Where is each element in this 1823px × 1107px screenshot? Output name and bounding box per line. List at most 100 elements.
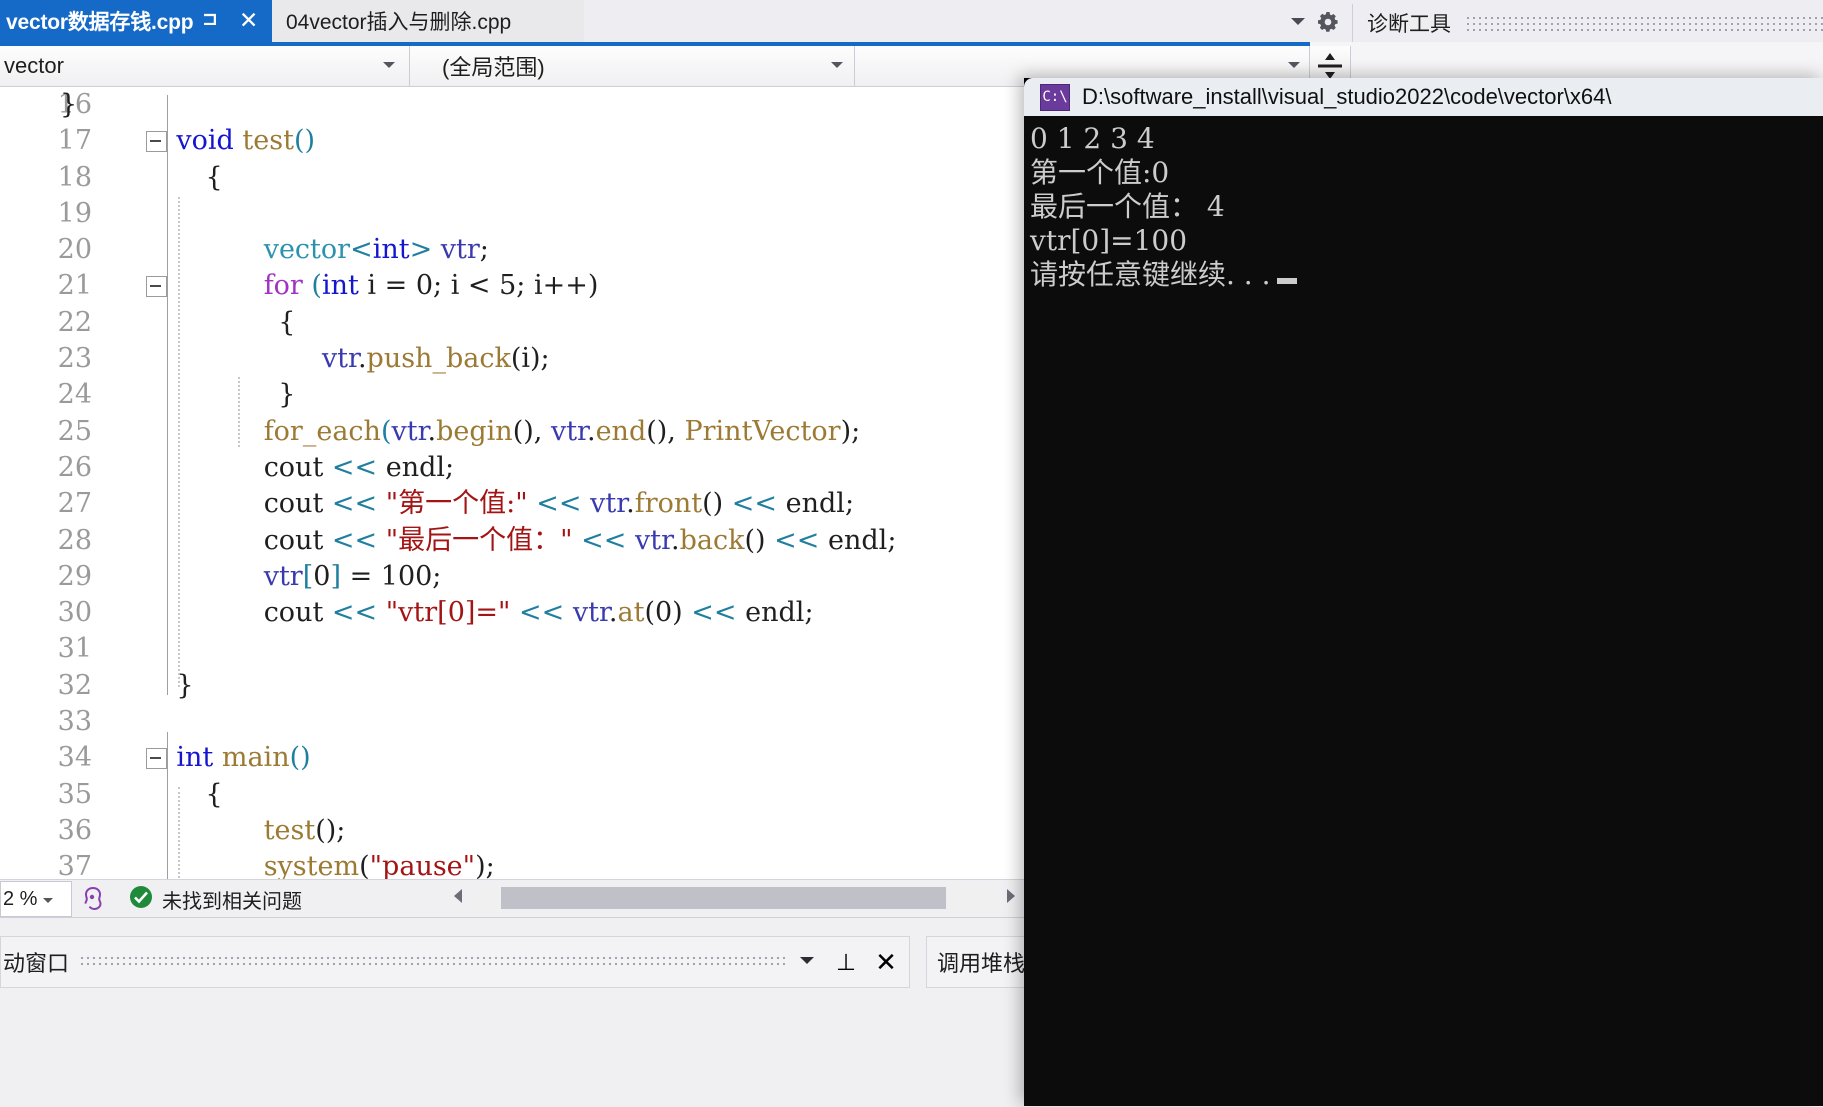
code-line[interactable]: 24} — [0, 377, 1024, 413]
code-line-text: test(); — [263, 814, 346, 846]
panel-drag-grip[interactable] — [1465, 15, 1823, 31]
console-line: 最后一个值： 4 — [1030, 190, 1225, 223]
code-line[interactable]: 25 for_each(vtr.begin(), vtr.end(), Print… — [0, 414, 1024, 450]
code-line[interactable]: 31 — [0, 631, 1024, 667]
pin-icon[interactable]: ⊥ — [829, 949, 863, 976]
line-number: 25 — [57, 415, 92, 447]
gear-icon[interactable] — [1316, 10, 1340, 34]
editor-horizontal-scrollbar[interactable] — [445, 879, 1024, 917]
console-title-label: D:\software_install\visual_studio2022\co… — [1082, 84, 1612, 109]
line-number: 33 — [57, 706, 92, 738]
close-icon[interactable]: ✕ — [863, 947, 909, 978]
code-line[interactable]: 29 vtr[0] = 100; — [0, 559, 1024, 595]
tab-04vector-insert-delete[interactable]: 04vector插入与删除.cpp — [272, 0, 584, 42]
code-text-area[interactable]: 16} 17 void test() 18{19 20 vector<int> vtr; 2… — [0, 87, 1024, 880]
code-line[interactable]: 32} — [0, 668, 1024, 704]
triangle-left-icon[interactable] — [445, 886, 473, 911]
tab-vector-data[interactable]: vector数据存钱.cpp ⊐ ✕ — [0, 0, 272, 42]
code-line-text: cout << endl; — [263, 451, 455, 483]
code-line[interactable]: 16} — [0, 87, 1024, 123]
collapse-region-toggle[interactable] — [146, 276, 167, 298]
code-line[interactable]: 21 for (int i = 0; i < 5; i++) — [0, 268, 1024, 304]
diagnostic-tools-panel-header: 诊断工具 — [1352, 4, 1823, 42]
line-number: 28 — [57, 524, 92, 556]
panel-call-stack-title: 调用堆栈 — [937, 951, 1026, 976]
code-line-text: cout << "第一个值:" << vtr.front() << endl; — [263, 488, 855, 520]
code-line[interactable]: 22 { — [0, 305, 1024, 341]
panel-autos-window[interactable]: 动窗口 ⊥ ✕ — [0, 936, 910, 988]
chevron-down-icon[interactable] — [1288, 14, 1308, 28]
chevron-down-icon[interactable] — [380, 58, 398, 70]
scope-selector[interactable]: (全局范围) — [410, 46, 855, 86]
code-line[interactable]: 36 test(); — [0, 813, 1024, 849]
code-line[interactable]: 28 cout << "最后一个值：" << vtr.back() << endl… — [0, 523, 1024, 559]
triangle-right-icon[interactable] — [996, 886, 1024, 911]
line-number: 26 — [57, 451, 92, 483]
chevron-down-icon[interactable] — [1285, 58, 1303, 70]
code-line[interactable]: 17 void test() — [0, 123, 1024, 159]
code-line-text: void test() — [176, 125, 316, 157]
code-structure-rail — [167, 732, 168, 880]
line-number: 23 — [57, 343, 92, 375]
close-icon[interactable]: ✕ — [239, 7, 258, 33]
line-number: 27 — [57, 488, 92, 520]
diagnostic-tools-title: 诊断工具 — [1367, 13, 1451, 36]
zoom-level-selector[interactable]: 2 % — [0, 881, 72, 917]
code-line[interactable]: 33 — [0, 704, 1024, 740]
collapse-region-toggle[interactable] — [146, 748, 167, 770]
collapse-region-toggle[interactable] — [146, 131, 167, 153]
console-title-bar[interactable]: C:\ D:\software_install\visual_studio202… — [1024, 78, 1823, 116]
line-number: 18 — [57, 161, 92, 193]
code-line-text: vector<int> vtr; — [263, 234, 489, 266]
console-output-text[interactable]: 0 1 2 3 4 第一个值:0 最后一个值： 4 vtr[0]=100 请按任意键继续… — [1024, 116, 1823, 1106]
code-line-text: { — [205, 778, 223, 810]
code-line-text: for (int i = 0; i < 5; i++) — [263, 270, 599, 302]
code-editor[interactable]: 16} 17 void test() 18{19 20 vector<int> vtr; 2… — [0, 86, 1024, 880]
console-output-window[interactable]: C:\ D:\software_install\visual_studio202… — [1024, 78, 1823, 1106]
code-line[interactable]: 19 — [0, 196, 1024, 232]
code-line[interactable]: 34 int main() — [0, 740, 1024, 776]
line-number: 30 — [57, 597, 92, 629]
line-number: 16 — [57, 89, 92, 120]
panel-call-stack-tab[interactable]: 调用堆栈 — [926, 936, 1026, 988]
console-line: vtr[0]=100 — [1030, 224, 1188, 257]
code-line-text: cout << "最后一个值：" << vtr.back() << endl; — [263, 524, 897, 556]
code-line[interactable]: 35 { — [0, 777, 1024, 813]
tab-label-active: vector数据存钱.cpp — [6, 11, 194, 34]
code-line[interactable]: 23 vtr.push_back(i); — [0, 341, 1024, 377]
code-line-text: for_each(vtr.begin(), vtr.end(), PrintVe… — [263, 415, 861, 447]
code-line-text: { — [278, 306, 296, 338]
line-number: 21 — [57, 270, 92, 302]
project-selector-label: vector — [4, 53, 64, 78]
chevron-down-icon[interactable] — [785, 953, 829, 972]
code-line[interactable]: 26 cout << endl; — [0, 450, 1024, 486]
line-number: 24 — [57, 379, 92, 411]
pin-icon[interactable]: ⊐ — [202, 10, 218, 30]
code-line-text: int main() — [176, 742, 311, 774]
scrollbar-thumb[interactable] — [501, 887, 946, 909]
code-line[interactable]: 30 cout << "vtr[0]=" << vtr.at(0) << endl… — [0, 595, 1024, 631]
code-line[interactable]: 37 system("pause"); — [0, 849, 1024, 880]
indent-guide — [238, 377, 240, 447]
code-line[interactable]: 20 vector<int> vtr; — [0, 232, 1024, 268]
chevron-down-icon[interactable] — [828, 58, 846, 70]
chevron-down-icon[interactable] — [41, 888, 55, 911]
project-selector[interactable]: vector — [0, 46, 410, 86]
zoom-level-label: 2 % — [3, 887, 38, 910]
scope-selector-label: (全局范围) — [442, 55, 545, 80]
editor-tab-strip: vector数据存钱.cpp ⊐ ✕ 04vector插入与删除.cpp 诊断工… — [0, 0, 1823, 42]
code-line[interactable]: 18 { — [0, 160, 1024, 196]
bottom-dock-area: 动窗口 ⊥ ✕ 调用堆栈 — [0, 917, 1026, 1107]
scrollbar-track[interactable] — [473, 887, 996, 909]
brain-icon[interactable] — [72, 885, 114, 913]
code-line[interactable]: 27 cout << "第一个值:" << vtr.front() << endl… — [0, 486, 1024, 522]
code-line-text: vtr[0] = 100; — [263, 560, 442, 592]
code-line-text: } — [60, 89, 78, 120]
code-structure-rail — [167, 95, 168, 695]
line-number: 36 — [57, 814, 92, 846]
line-number: 37 — [57, 851, 92, 880]
console-line: 0 1 2 3 4 — [1030, 122, 1155, 155]
panel-drag-grip[interactable] — [79, 955, 785, 969]
line-number: 32 — [57, 669, 92, 701]
panel-autos-title: 动窗口 — [3, 951, 70, 976]
